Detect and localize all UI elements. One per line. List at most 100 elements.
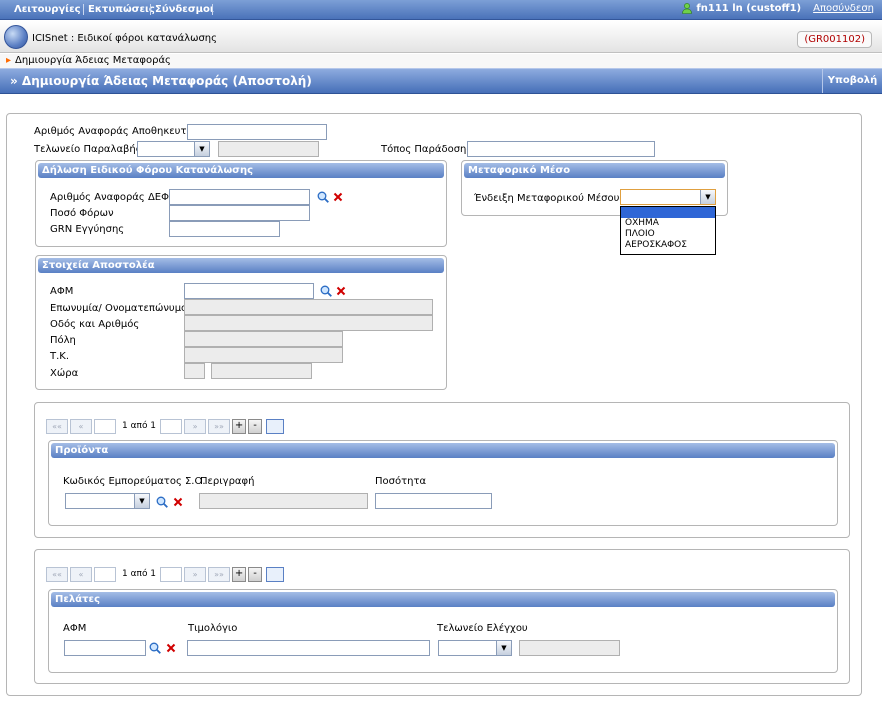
- sender-afm-input[interactable]: [184, 283, 314, 299]
- pager-last-button[interactable]: »»: [208, 566, 231, 582]
- transport-select[interactable]: ▼: [620, 189, 716, 205]
- grn-label: GRN Εγγύησης: [50, 224, 125, 235]
- pager-box: [94, 418, 116, 434]
- search-icon[interactable]: [320, 285, 332, 297]
- customer-afm-input[interactable]: [64, 640, 146, 656]
- delete-icon[interactable]: [333, 192, 343, 202]
- transport-dropdown-list[interactable]: ΟΧΗΜΑ ΠΛΟΙΟ ΑΕΡΟΣΚΑΦΟΣ: [620, 206, 716, 255]
- remove-row-button[interactable]: -: [248, 418, 263, 434]
- chevron-down-icon[interactable]: ▼: [134, 494, 149, 508]
- tax-amount-input[interactable]: [169, 205, 310, 221]
- sender-header: Στοιχεία Αποστολέα: [38, 258, 444, 273]
- customer-control-office-select[interactable]: ▼: [438, 640, 512, 656]
- pager-next-button[interactable]: »: [184, 418, 207, 434]
- table-view-icon[interactable]: [266, 418, 285, 434]
- pager-box: [160, 566, 183, 582]
- pager-first-button[interactable]: ««: [46, 566, 68, 582]
- excise-declaration-header: Δήλωση Ειδικού Φόρου Κατανάλωσης: [38, 163, 444, 178]
- chevron-down-icon[interactable]: ▼: [194, 142, 209, 156]
- sender-country-name-field: [211, 363, 312, 379]
- receiver-ref-input[interactable]: [187, 124, 327, 140]
- customer-control-office-name-field: [519, 640, 620, 656]
- products-pager: «« « 1 από 1 » »» + -: [46, 418, 285, 434]
- customer-invoice-input[interactable]: [187, 640, 430, 656]
- sender-postcode-label: Τ.Κ.: [50, 351, 70, 362]
- app-code-badge: (GR001102): [797, 31, 872, 48]
- delete-icon[interactable]: [336, 286, 346, 296]
- search-icon[interactable]: [317, 191, 329, 203]
- delivery-place-input[interactable]: [467, 141, 655, 157]
- delivery-place-label: Τόπος Παράδοσης: [381, 144, 473, 155]
- add-row-button[interactable]: +: [232, 418, 247, 434]
- tax-amount-label: Ποσό Φόρων: [50, 208, 114, 219]
- customs-receipt-name-field: [218, 141, 319, 157]
- product-desc-label: Περιγραφή: [200, 476, 255, 487]
- table-view-icon[interactable]: [266, 566, 285, 582]
- menu-separator: [212, 4, 213, 15]
- logout-link[interactable]: Αποσύνδεση: [813, 3, 874, 14]
- menu-prints[interactable]: Εκτυπώσεις: [88, 4, 155, 15]
- excise-ref-label: Αριθμός Αναφοράς ΔΕΦΚ: [50, 192, 176, 203]
- sender-name-field: [184, 299, 433, 315]
- menu-separator: [150, 4, 151, 15]
- sender-name-label: Επωνυμία/ Ονοματεπώνυμο: [50, 303, 188, 314]
- pager-text: 1 από 1: [122, 569, 157, 579]
- transport-header: Μεταφορικό Μέσο: [464, 163, 725, 178]
- delete-icon[interactable]: [166, 643, 176, 653]
- excise-ref-input[interactable]: [169, 189, 310, 205]
- products-header: Προϊόντα: [51, 443, 835, 458]
- pager-first-button[interactable]: ««: [46, 418, 68, 434]
- user-icon: [682, 3, 693, 14]
- transport-indication-label: Ένδειξη Μεταφορικού Μέσου: [474, 193, 620, 204]
- user-area: fn111 ln (custoff1) Αποσύνδεση: [682, 3, 874, 14]
- sender-street-field: [184, 315, 433, 331]
- product-code-select[interactable]: ▼: [65, 493, 150, 509]
- sender-city-field: [184, 331, 343, 347]
- chevron-down-icon[interactable]: ▼: [700, 190, 715, 204]
- user-name: fn111 ln (custoff1): [696, 3, 802, 14]
- page-titlebar: » Δημιουργία Άδειας Μεταφοράς (Αποστολή)…: [0, 68, 882, 94]
- app-header: ICISnet : Ειδικοί φόροι κατανάλωσης (GR0…: [0, 21, 882, 53]
- customs-receipt-select[interactable]: ▼: [137, 141, 210, 157]
- pager-prev-button[interactable]: «: [70, 566, 92, 582]
- dropdown-option-aircraft[interactable]: ΑΕΡΟΣΚΑΦΟΣ: [621, 240, 715, 251]
- dropdown-option-vehicle[interactable]: ΟΧΗΜΑ: [621, 218, 715, 229]
- dropdown-option-ship[interactable]: ΠΛΟΙΟ: [621, 229, 715, 240]
- submit-button[interactable]: Υποβολή: [822, 69, 882, 93]
- menu-functions[interactable]: Λειτουργίες: [14, 4, 81, 15]
- icisnet-logo-icon: [4, 25, 28, 49]
- sender-street-label: Οδός και Αριθμός: [50, 319, 140, 330]
- customer-control-office-label: Τελωνείο Ελέγχου: [437, 623, 528, 634]
- sender-postcode-field: [184, 347, 343, 363]
- add-row-button[interactable]: +: [232, 566, 247, 582]
- chevron-down-icon[interactable]: ▼: [496, 641, 511, 655]
- app-title: ICISnet : Ειδικοί φόροι κατανάλωσης: [32, 33, 217, 44]
- dropdown-option[interactable]: [621, 207, 715, 218]
- sender-city-label: Πόλη: [50, 335, 76, 346]
- product-qty-input[interactable]: [375, 493, 492, 509]
- pager-next-button[interactable]: »: [184, 566, 207, 582]
- pager-last-button[interactable]: »»: [208, 418, 231, 434]
- menu-separator: [83, 4, 84, 15]
- search-icon[interactable]: [156, 496, 168, 508]
- remove-row-button[interactable]: -: [248, 566, 263, 582]
- sender-country-label: Χώρα: [50, 368, 79, 379]
- grn-input[interactable]: [169, 221, 280, 237]
- pager-prev-button[interactable]: «: [70, 418, 92, 434]
- product-code-label: Κωδικός Εμπορεύματος Σ.Ο.: [63, 476, 206, 487]
- page-title: » Δημιουργία Άδειας Μεταφοράς (Αποστολή): [10, 74, 312, 88]
- pager-text: 1 από 1: [122, 421, 157, 431]
- search-icon[interactable]: [149, 642, 161, 654]
- customer-invoice-label: Τιμολόγιο: [188, 623, 238, 634]
- customers-header: Πελάτες: [51, 592, 835, 607]
- breadcrumb-arrow-icon: ▸: [6, 55, 12, 66]
- receiver-ref-label: Αριθμός Αναφοράς Αποθηκευτή: [34, 126, 193, 137]
- breadcrumb: ▸ Δημιουργία Άδειας Μεταφοράς: [0, 54, 882, 68]
- sender-country-code-field: [184, 363, 205, 379]
- delete-icon[interactable]: [173, 497, 183, 507]
- customs-receipt-label: Τελωνείο Παραλαβής: [34, 144, 142, 155]
- menu-links[interactable]: Σύνδεσμοι: [155, 4, 214, 15]
- product-qty-label: Ποσότητα: [375, 476, 427, 487]
- breadcrumb-item[interactable]: Δημιουργία Άδειας Μεταφοράς: [15, 55, 171, 66]
- customer-afm-label: ΑΦΜ: [63, 623, 87, 634]
